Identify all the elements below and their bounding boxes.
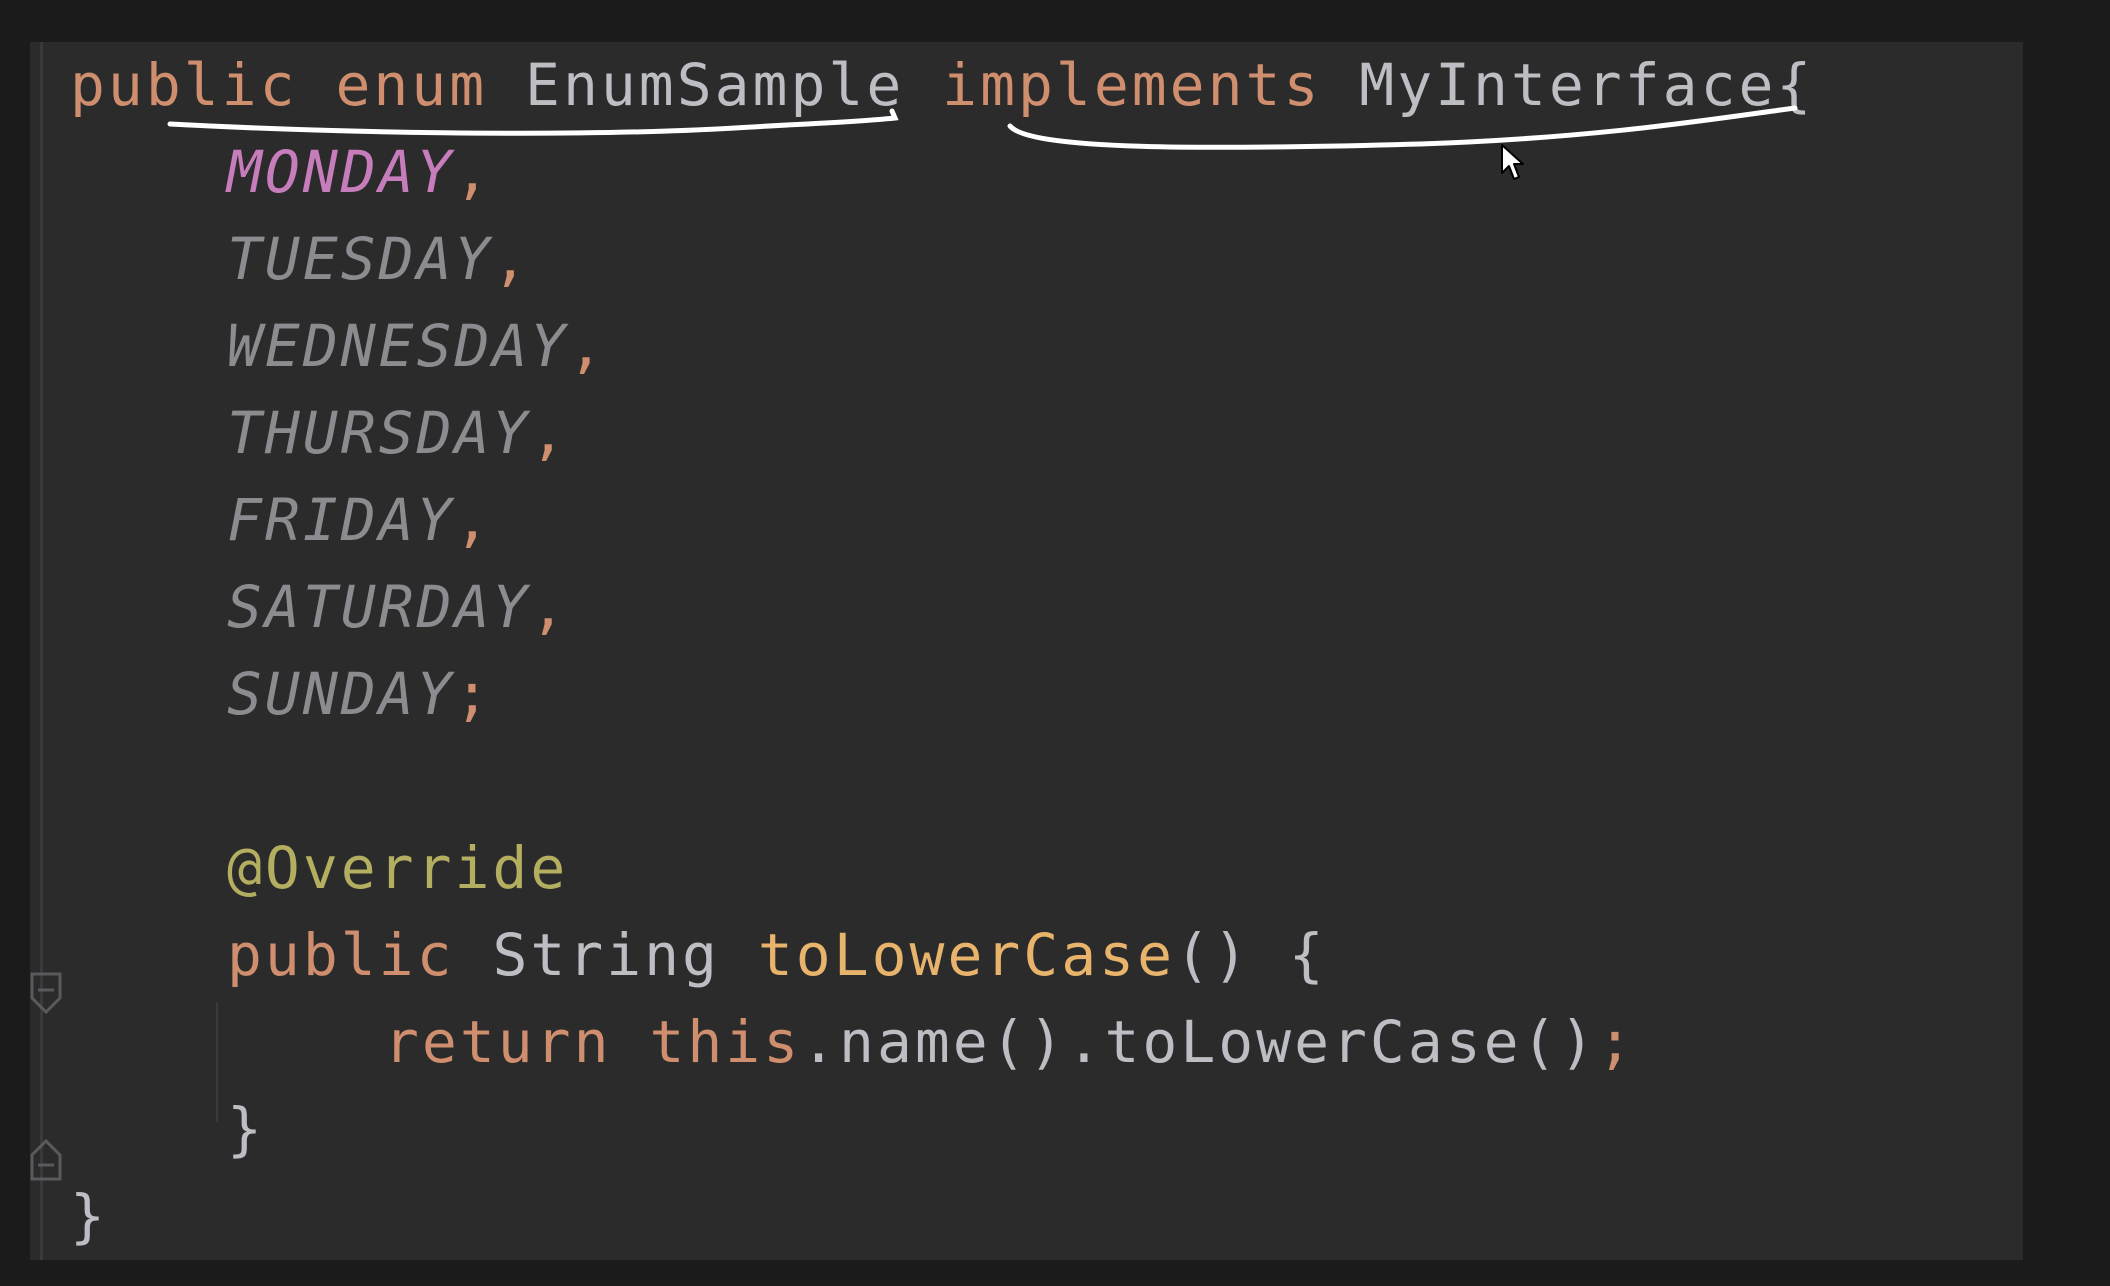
code-line-1[interactable]: public enum EnumSample implements MyInte… <box>70 42 2023 129</box>
semicolon: ; <box>1597 1008 1636 1076</box>
code-line-9[interactable] <box>70 738 2023 825</box>
keyword-enum: enum <box>335 51 488 119</box>
enum-constant: THURSDAY <box>227 399 531 467</box>
enum-constant: SUNDAY <box>227 660 455 728</box>
method-name: toLowerCase <box>757 921 1175 989</box>
code-line-2[interactable]: MONDAY, <box>70 129 2023 216</box>
enum-constant: MONDAY <box>227 138 455 206</box>
code-line-7[interactable]: SATURDAY, <box>70 564 2023 651</box>
keyword-public: public <box>70 51 298 119</box>
code-line-10[interactable]: @Override <box>70 825 2023 912</box>
method-call-chain: .name().toLowerCase() <box>801 1008 1598 1076</box>
code-line-12[interactable]: return this.name().toLowerCase(); <box>70 999 2023 1086</box>
method-params: () <box>1174 921 1251 989</box>
interface-name: MyInterface <box>1359 51 1777 119</box>
keyword-public: public <box>227 921 455 989</box>
code-line-4[interactable]: WEDNESDAY, <box>70 303 2023 390</box>
code-editor[interactable]: public enum EnumSample implements MyInte… <box>30 42 2023 1260</box>
class-name: EnumSample <box>525 51 905 119</box>
code-line-8[interactable]: SUNDAY; <box>70 651 2023 738</box>
brace-open: { <box>1776 51 1815 119</box>
enum-constant: WEDNESDAY <box>227 312 569 380</box>
code-line-11[interactable]: public String toLowerCase() { <box>70 912 2023 999</box>
brace-close: } <box>227 1095 265 1163</box>
separator: ; <box>454 660 493 728</box>
enum-constant: FRIDAY <box>227 486 455 554</box>
enum-constant: SATURDAY <box>227 573 531 641</box>
annotation: @Override <box>227 834 569 902</box>
enum-constant: TUESDAY <box>227 225 493 293</box>
code-content: public enum EnumSample implements MyInte… <box>70 42 2023 1260</box>
separator: , <box>568 312 607 380</box>
separator: , <box>492 225 531 293</box>
separator: , <box>454 486 493 554</box>
keyword-implements: implements <box>942 51 1322 119</box>
brace-close: } <box>70 1182 108 1250</box>
code-line-5[interactable]: THURSDAY, <box>70 390 2023 477</box>
code-line-3[interactable]: TUESDAY, <box>70 216 2023 303</box>
keyword-return: return <box>384 1008 612 1076</box>
code-line-13[interactable]: } <box>70 1086 2023 1173</box>
fold-end-icon[interactable] <box>30 1137 64 1181</box>
fold-start-icon[interactable] <box>30 972 64 1016</box>
keyword-this: this <box>649 1008 802 1076</box>
separator: , <box>530 399 569 467</box>
separator: , <box>530 573 569 641</box>
mouse-pointer-icon <box>1501 144 1524 180</box>
gutter-line <box>40 42 43 1260</box>
separator: , <box>454 138 493 206</box>
code-line-6[interactable]: FRIDAY, <box>70 477 2023 564</box>
return-type: String <box>492 921 720 989</box>
brace-open: { <box>1288 921 1327 989</box>
code-line-14[interactable]: } <box>70 1173 2023 1260</box>
